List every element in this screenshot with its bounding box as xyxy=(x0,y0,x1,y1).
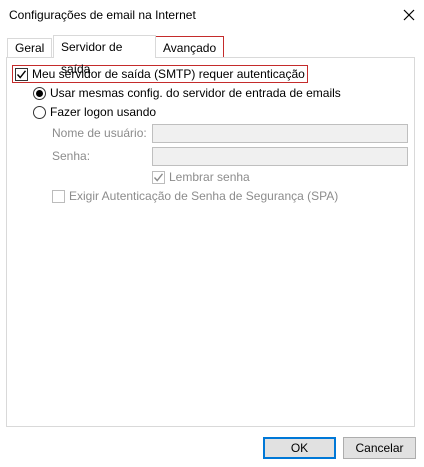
ok-button[interactable]: OK xyxy=(263,437,336,459)
use-same-label: Usar mesmas config. do servidor de entra… xyxy=(50,86,341,100)
password-input[interactable] xyxy=(152,147,408,166)
remember-password-checkbox[interactable] xyxy=(152,170,165,184)
password-label: Senha: xyxy=(52,149,91,163)
use-same-radio[interactable] xyxy=(33,86,46,100)
spa-label: Exigir Autenticação de Senha de Seguranç… xyxy=(69,189,339,203)
remember-password-row[interactable]: Lembrar senha xyxy=(152,170,250,184)
tab-geral[interactable]: Geral xyxy=(7,38,53,57)
tab-avancado[interactable]: Avançado xyxy=(155,36,225,58)
spa-row[interactable]: Exigir Autenticação de Senha de Seguranç… xyxy=(52,189,338,203)
use-same-settings-row[interactable]: Usar mesmas config. do servidor de entra… xyxy=(33,86,341,100)
logon-using-label: Fazer logon usando xyxy=(50,105,157,119)
remember-password-label: Lembrar senha xyxy=(169,170,250,184)
smtp-auth-focus: Meu servidor de saída (SMTP) requer aute… xyxy=(12,65,308,83)
close-button[interactable] xyxy=(399,5,419,25)
smtp-auth-checkbox[interactable] xyxy=(15,67,28,81)
logon-using-row[interactable]: Fazer logon usando xyxy=(33,105,156,119)
cancel-button[interactable]: Cancelar xyxy=(343,437,416,459)
username-label: Nome de usuário: xyxy=(52,126,147,140)
spa-checkbox[interactable] xyxy=(52,189,65,203)
tab-servidor-de-saida[interactable]: Servidor de saída xyxy=(53,35,156,76)
close-icon xyxy=(403,9,415,21)
logon-using-radio[interactable] xyxy=(33,105,46,119)
checkmark-icon xyxy=(16,69,27,79)
title-bar: Configurações de email na Internet xyxy=(0,0,424,30)
username-input[interactable] xyxy=(152,124,408,143)
checkmark-icon xyxy=(153,172,164,182)
window-title: Configurações de email na Internet xyxy=(9,8,196,22)
smtp-auth-row[interactable]: Meu servidor de saída (SMTP) requer aute… xyxy=(12,65,308,83)
